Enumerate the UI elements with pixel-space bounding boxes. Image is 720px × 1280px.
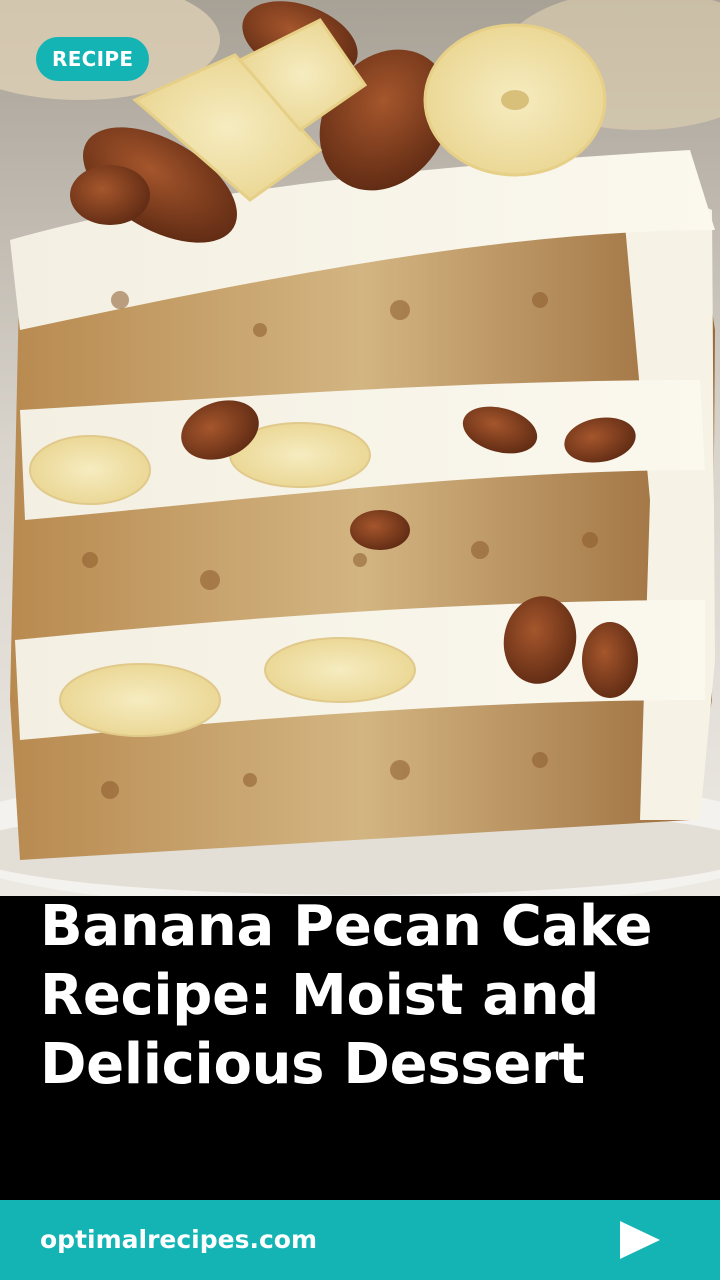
play-arrow-icon bbox=[620, 1221, 660, 1259]
story-page: RECIPE Banana Pecan Cake Recipe: Moist a… bbox=[0, 0, 720, 1280]
recipe-badge: RECIPE bbox=[36, 37, 150, 81]
hero-image bbox=[0, 0, 720, 896]
next-button[interactable] bbox=[610, 1212, 670, 1268]
title-line-3: Delicious Dessert bbox=[40, 1032, 585, 1097]
footer-bar: optimalrecipes.com bbox=[0, 1200, 720, 1280]
title-line-1: Banana Pecan Cake bbox=[40, 894, 653, 959]
title-line-2: Recipe: Moist and bbox=[40, 963, 600, 1028]
cake-slice-illustration bbox=[0, 0, 720, 896]
site-link[interactable]: optimalrecipes.com bbox=[40, 1224, 317, 1256]
page-title: Banana Pecan Cake Recipe: Moist and Deli… bbox=[40, 892, 690, 1099]
